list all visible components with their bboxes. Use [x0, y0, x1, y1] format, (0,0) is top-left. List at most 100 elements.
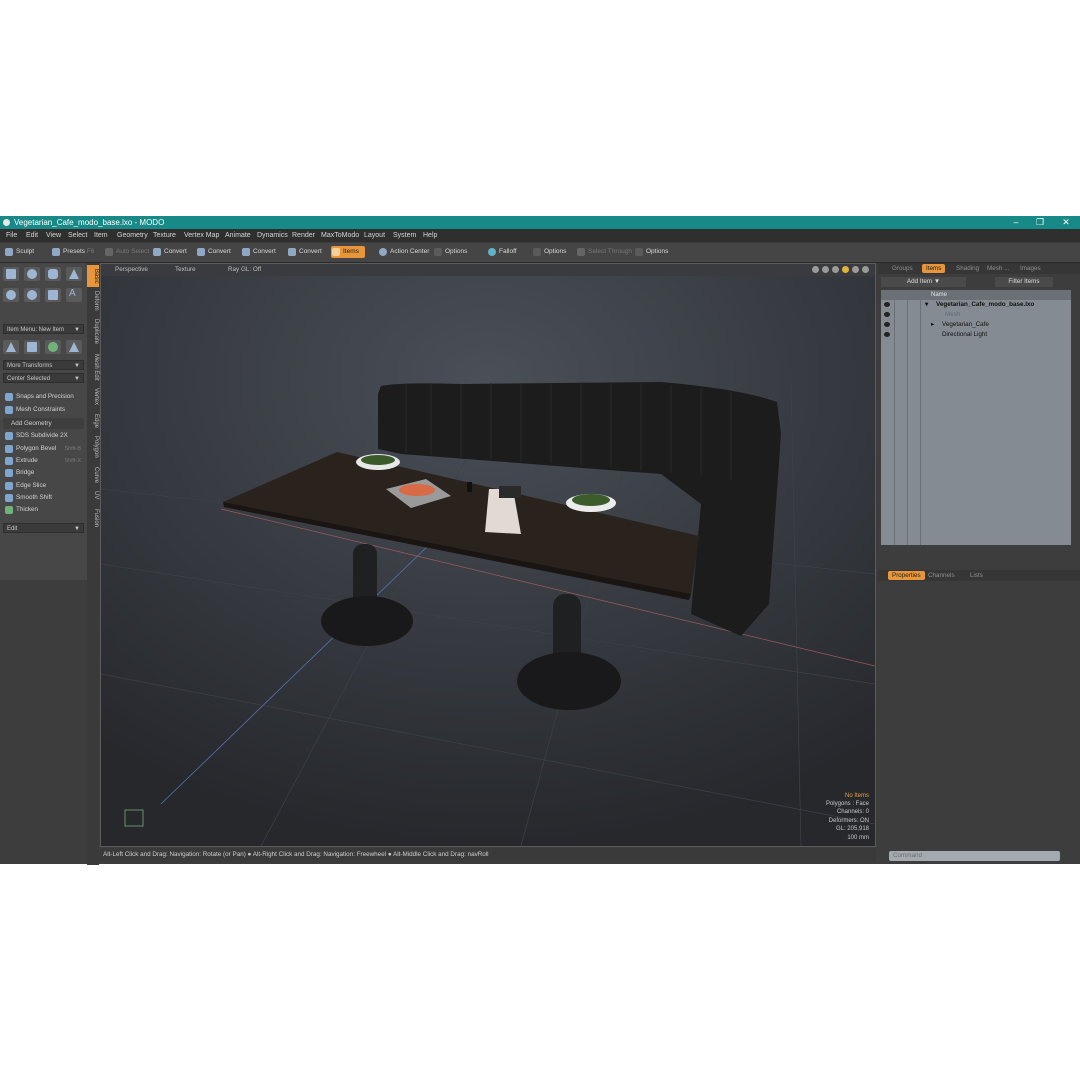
fit-view-icon[interactable] [842, 266, 849, 273]
tool-extrude[interactable]: Extrude Shift-X [3, 455, 84, 467]
vtab-vertex[interactable]: Vertex [87, 385, 99, 409]
select-through-button[interactable]: Select Through [576, 246, 632, 258]
vtab-edge[interactable]: Edge [87, 411, 99, 431]
vtab-uv[interactable]: UV [87, 488, 99, 502]
tool-polygon-bevel[interactable]: Polygon Bevel Shift-B [3, 443, 84, 455]
cylinder-primitive-button[interactable] [45, 267, 61, 281]
tool-thicken[interactable]: Thicken [3, 504, 84, 516]
command-input[interactable]: Command [889, 851, 1060, 861]
column-name-header[interactable]: Name [931, 292, 947, 298]
tab-channels[interactable]: Channels [924, 571, 959, 580]
menu-system[interactable]: System [393, 232, 416, 239]
move-view-icon[interactable] [812, 266, 819, 273]
raygl-toggle[interactable]: Ray GL: Off [228, 266, 261, 273]
menu-edit[interactable]: Edit [26, 232, 38, 239]
view-type-selector[interactable]: Perspective [115, 266, 148, 273]
eye-icon[interactable] [884, 302, 890, 307]
convert-button-2[interactable]: Convert [196, 246, 231, 258]
eye-icon[interactable] [884, 332, 890, 337]
tab-items[interactable]: Items [922, 264, 946, 273]
menu-animate[interactable]: Animate [225, 232, 251, 239]
rotate-tool-button[interactable] [45, 340, 61, 354]
menu-geometry[interactable]: Geometry [117, 232, 148, 239]
grid-tool-button[interactable] [24, 340, 40, 354]
close-button[interactable]: ✕ [1056, 216, 1076, 229]
options-button-2[interactable]: Options [532, 246, 566, 258]
tab-shading[interactable]: Shading [952, 264, 983, 273]
expand-icon[interactable] [862, 266, 869, 273]
tool-edge-slice[interactable]: Edge Slice [3, 480, 84, 492]
edit-dropdown[interactable]: Edit ▼ [3, 523, 84, 533]
add-geometry-section[interactable]: Add Geometry [3, 418, 84, 429]
maximize-button[interactable]: ❐ [1030, 216, 1050, 229]
rotate-view-icon[interactable] [822, 266, 829, 273]
menu-dynamics[interactable]: Dynamics [257, 232, 288, 239]
tab-properties[interactable]: Properties [888, 571, 925, 580]
add-item-button[interactable]: Add Item ▼ [881, 277, 966, 287]
eye-icon[interactable] [884, 322, 890, 327]
vtab-fusion[interactable]: Fusion [87, 506, 99, 530]
tree-item-vegetarian-cafe[interactable]: ▸ Vegetarian_Cafe [881, 320, 1071, 330]
vtab-basic[interactable]: Basic [87, 265, 99, 287]
text-primitive-button[interactable]: A [66, 288, 82, 302]
tree-item-directional-light[interactable]: Directional Light [881, 330, 1071, 340]
convert-button-4[interactable]: Convert [287, 246, 322, 258]
shading-mode-selector[interactable]: Texture [175, 266, 196, 273]
menu-help[interactable]: Help [423, 232, 437, 239]
tool-bridge[interactable]: Bridge [3, 467, 84, 479]
falloff-button[interactable]: Falloff [487, 246, 517, 258]
options-button-3[interactable]: Options [634, 246, 668, 258]
3d-viewport[interactable]: Perspective Texture Ray GL: Off No Items… [100, 263, 876, 847]
cube-primitive-button[interactable] [3, 267, 19, 281]
tab-groups[interactable]: Groups [888, 264, 917, 273]
menu-render[interactable]: Render [292, 232, 315, 239]
minimize-button[interactable]: – [1006, 216, 1026, 229]
plane-primitive-button[interactable] [45, 288, 61, 302]
tree-item-scene[interactable]: ▾ Vegetarian_Cafe_modo_base.lxo [881, 300, 1071, 310]
eye-icon[interactable] [884, 312, 890, 317]
vtab-polygon[interactable]: Polygon [87, 433, 99, 461]
vtab-deform[interactable]: Deform [87, 289, 99, 313]
convert-button-3[interactable]: Convert [241, 246, 276, 258]
tab-images[interactable]: Images [1016, 264, 1045, 273]
menu-view[interactable]: View [46, 232, 61, 239]
action-center-button[interactable]: Action Center [378, 246, 429, 258]
auto-select-button[interactable]: Auto Select [104, 246, 149, 258]
convert-button-1[interactable]: Convert [152, 246, 187, 258]
tree-item-mesh[interactable]: Mesh [881, 310, 1071, 320]
gear-icon[interactable] [852, 266, 859, 273]
cone-primitive-button[interactable] [66, 267, 82, 281]
presets-button[interactable]: Presets F6 [51, 246, 94, 258]
menu-vertex-map[interactable]: Vertex Map [184, 232, 219, 239]
center-selected-dropdown[interactable]: Center Selected ▼ [3, 373, 84, 383]
zoom-view-icon[interactable] [832, 266, 839, 273]
vtab-curve[interactable]: Curve [87, 464, 99, 486]
filter-items-input[interactable]: Filter Items [995, 277, 1053, 287]
mesh-constraints-button[interactable]: Mesh Constraints [3, 404, 84, 416]
expand-arrow-icon[interactable]: ▸ [931, 320, 934, 330]
item-menu-dropdown[interactable]: Item Menu: New Item ▼ [3, 324, 84, 334]
menu-file[interactable]: File [6, 232, 17, 239]
move-tool-button[interactable] [3, 340, 19, 354]
capsule-primitive-button[interactable] [24, 288, 40, 302]
items-mode-button[interactable]: Items [331, 246, 365, 258]
tool-sds-subdivide[interactable]: SDS Subdivide 2X [3, 430, 84, 442]
tool-smooth-shift[interactable]: Smooth Shift [3, 492, 84, 504]
expand-arrow-icon[interactable]: ▾ [925, 300, 928, 310]
menu-texture[interactable]: Texture [153, 232, 176, 239]
menu-item[interactable]: Item [94, 232, 108, 239]
tab-mesh[interactable]: Mesh ... [983, 264, 1013, 273]
sculpt-button[interactable]: Sculpt [4, 246, 34, 258]
options-button-1[interactable]: Options [433, 246, 467, 258]
scale-tool-button[interactable] [66, 340, 82, 354]
menu-maxtomodo[interactable]: MaxToModo [321, 232, 359, 239]
menu-select[interactable]: Select [68, 232, 87, 239]
vtab-duplicate[interactable]: Duplicate [87, 316, 99, 348]
vtab-mesh-edit[interactable]: Mesh Edit [87, 351, 99, 383]
sphere-primitive-button[interactable] [24, 267, 40, 281]
tab-lists[interactable]: Lists [966, 571, 987, 580]
menu-layout[interactable]: Layout [364, 232, 385, 239]
snaps-precision-button[interactable]: Snaps and Precision [3, 391, 84, 403]
torus-primitive-button[interactable] [3, 288, 19, 302]
more-transforms-dropdown[interactable]: More Transforms ▼ [3, 360, 84, 370]
